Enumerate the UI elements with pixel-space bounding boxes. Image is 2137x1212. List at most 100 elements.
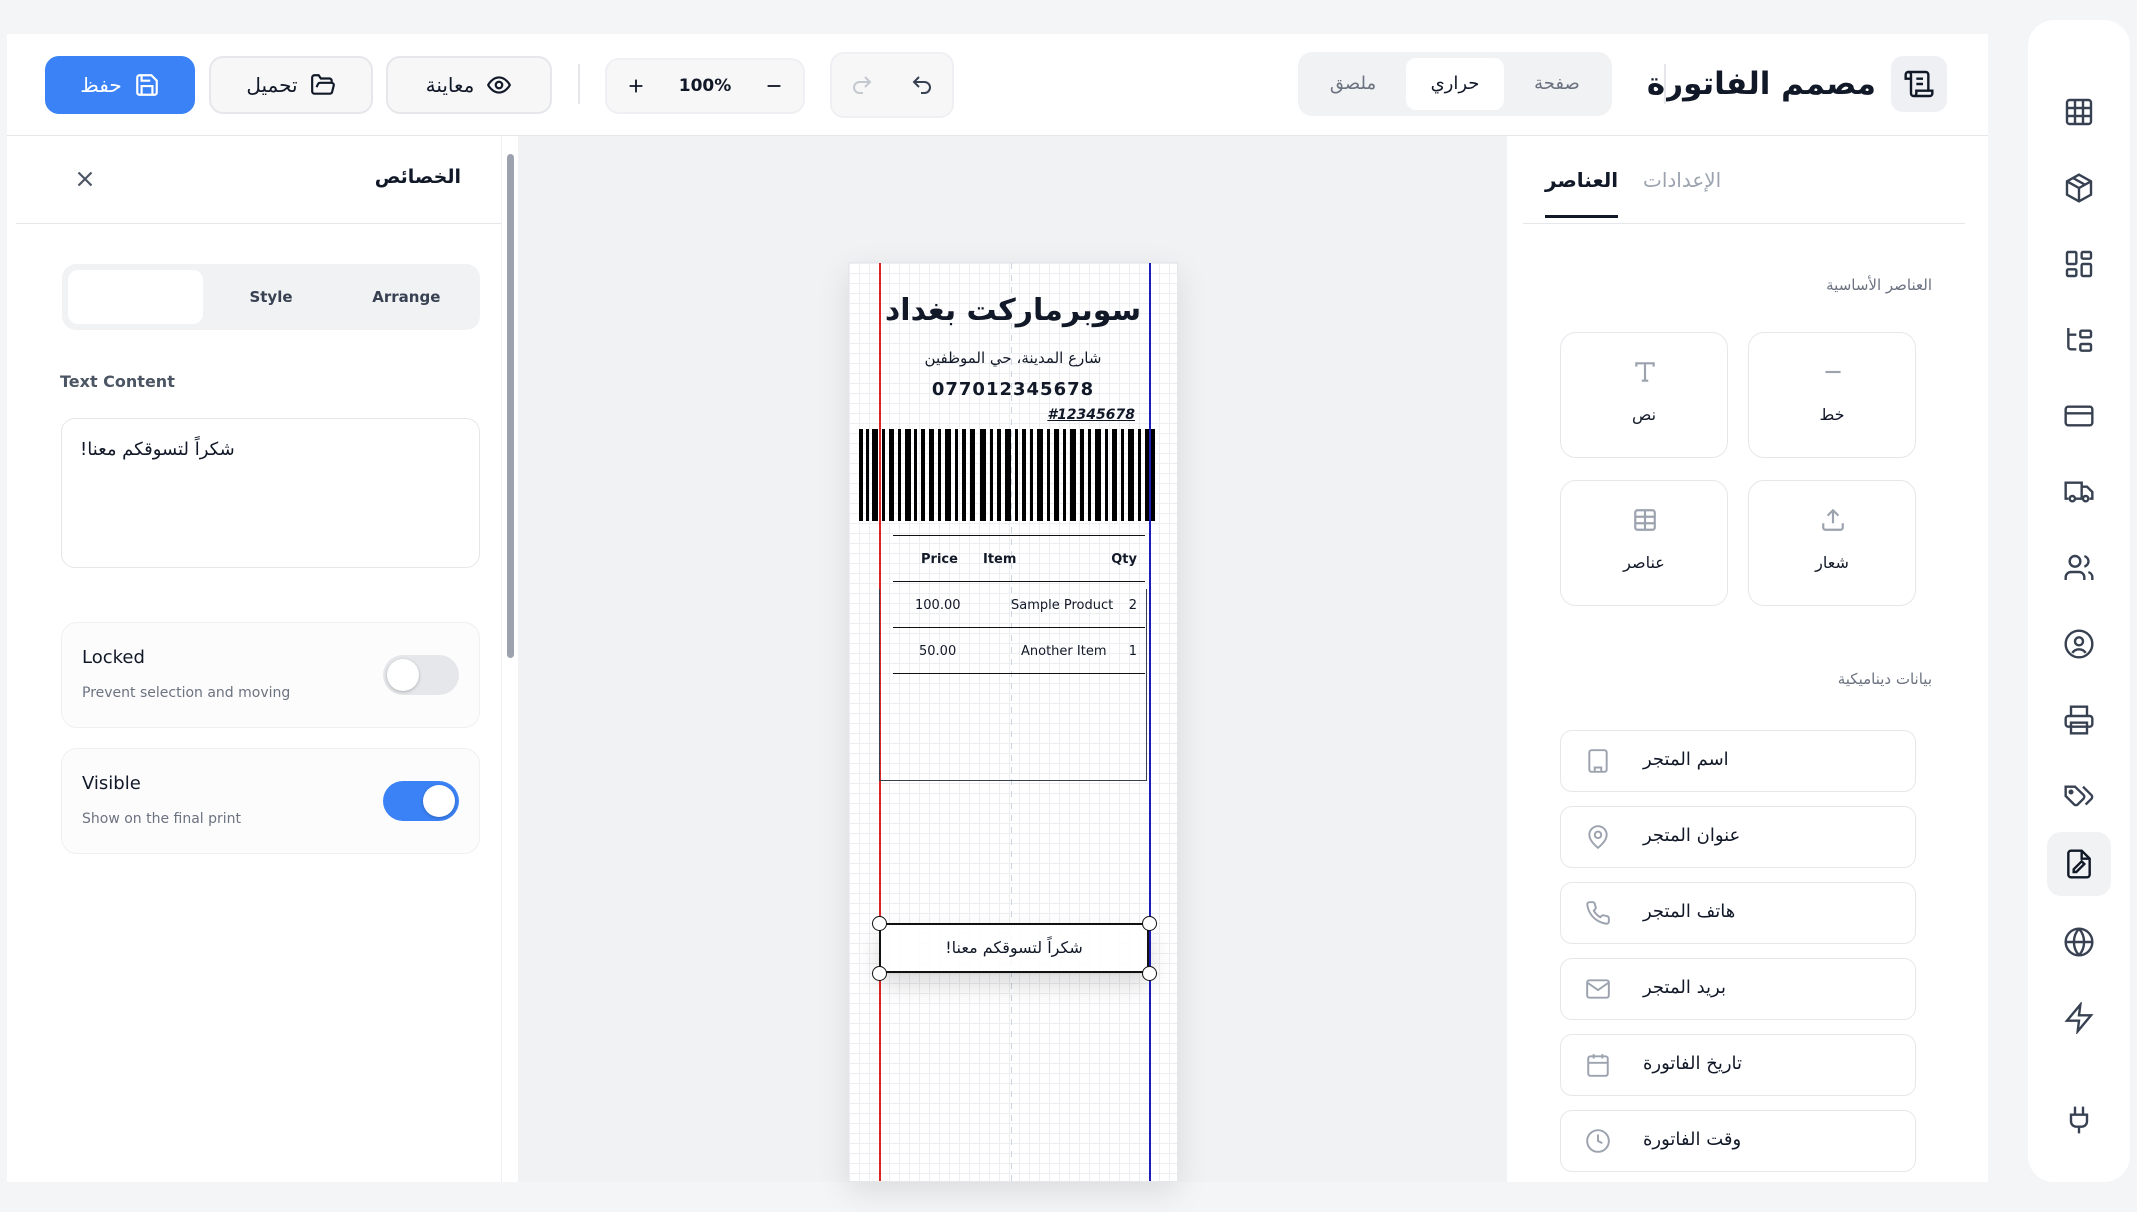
add-logo-tile[interactable]: شعار	[1748, 480, 1916, 606]
zoom-out-icon[interactable]	[760, 72, 788, 100]
field-label: بريد المتجر	[1643, 977, 1726, 998]
folder-open-icon	[310, 74, 335, 95]
text-icon	[1635, 362, 1655, 382]
mode-label[interactable]: ملصق	[1304, 58, 1402, 110]
locked-setting: Locked Prevent selection and moving	[61, 622, 480, 728]
field-store-name[interactable]: اسم المتجر	[1560, 730, 1916, 792]
table-icon	[1634, 509, 1656, 531]
basic-elements-label: العناصر الأساسية	[1826, 276, 1932, 294]
locked-toggle[interactable]	[383, 655, 459, 695]
properties-title: الخصائص	[374, 166, 461, 188]
paper-mode-selector: ملصق حراري صفحة	[1298, 52, 1612, 116]
save-button[interactable]: حفظ	[45, 56, 195, 114]
nav-globe-icon[interactable]	[2047, 910, 2111, 974]
undo-icon[interactable]	[908, 71, 936, 99]
qty-header: Qty	[1111, 552, 1137, 567]
phone-icon	[1586, 901, 1610, 925]
nav-plug-icon[interactable]	[2047, 1088, 2111, 1152]
visible-setting: Visible Show on the final print	[61, 748, 480, 854]
mode-thermal[interactable]: حراري	[1406, 58, 1504, 110]
selected-footer-text[interactable]: شكراً لتسوقكم معنا!	[879, 923, 1149, 973]
tab-settings[interactable]: الإعدادات	[1643, 168, 1721, 192]
zoom-in-icon[interactable]	[622, 72, 650, 100]
field-store-email[interactable]: بريد المتجر	[1560, 958, 1916, 1020]
nav-users-icon[interactable]	[2047, 536, 2111, 600]
save-label: حفظ	[80, 73, 122, 97]
totals-area-element[interactable]	[879, 589, 1147, 781]
visible-title: Visible	[82, 773, 141, 794]
nav-card-icon[interactable]	[2047, 384, 2111, 448]
nav-zap-icon[interactable]	[2047, 986, 2111, 1050]
price-header: Price	[921, 552, 958, 567]
resize-handle-br[interactable]	[1142, 966, 1157, 981]
properties-panel: الخصائص Style Arrange Text Content شكراً…	[16, 136, 502, 1182]
load-button[interactable]: تحميل	[209, 56, 373, 114]
visible-toggle[interactable]	[383, 781, 459, 821]
divider	[578, 64, 580, 104]
app-nav-rail	[2028, 20, 2130, 1182]
tab-style[interactable]: Style	[203, 270, 338, 324]
field-store-address[interactable]: عنوان المتجر	[1560, 806, 1916, 868]
redo-icon[interactable]	[848, 71, 876, 99]
properties-tabs: Style Arrange	[62, 264, 480, 330]
text-content-value: شكراً لتسوقكم معنا!	[80, 439, 235, 460]
nav-account-icon[interactable]	[2047, 612, 2111, 676]
field-invoice-time[interactable]: وقت الفاتورة	[1560, 1110, 1916, 1172]
nav-tags-icon[interactable]	[2047, 764, 2111, 828]
resize-handle-tl[interactable]	[872, 916, 887, 931]
toggle-knob	[387, 659, 419, 691]
properties-header: الخصائص	[16, 136, 501, 224]
text-content-input[interactable]: شكراً لتسوقكم معنا!	[61, 418, 480, 568]
locked-title: Locked	[82, 647, 145, 668]
store-phone-element[interactable]: 07701234567‍8	[849, 379, 1177, 400]
app-logo	[1891, 56, 1947, 112]
right-margin-guide	[1149, 263, 1151, 1181]
save-icon	[135, 74, 158, 96]
invoice-number-element[interactable]: #12345678	[1047, 407, 1135, 423]
dynamic-data-label: بيانات ديناميكية	[1837, 670, 1932, 688]
load-label: تحميل	[246, 73, 298, 97]
add-text-tile[interactable]: نص	[1560, 332, 1728, 458]
app-title: مصمم الفاتورة	[1646, 66, 1876, 102]
add-table-tile[interactable]: عناصر	[1560, 480, 1728, 606]
calendar-icon	[1587, 1054, 1609, 1077]
field-store-phone[interactable]: هاتف المتجر	[1560, 882, 1916, 944]
toggle-knob	[423, 785, 455, 817]
nav-package-icon[interactable]	[2047, 156, 2111, 220]
zoom-level: 100%	[678, 76, 732, 96]
building-icon	[1588, 749, 1608, 773]
tile-label: شعار	[1815, 553, 1849, 572]
table-header: Price Item Qty	[893, 535, 1145, 581]
preview-button[interactable]: معاينة	[386, 56, 552, 114]
nav-invoice-designer-icon[interactable]	[2047, 832, 2111, 896]
mode-page[interactable]: صفحة	[1508, 58, 1606, 110]
text-content-label: Text Content	[60, 372, 175, 391]
add-line-tile[interactable]: خط	[1748, 332, 1916, 458]
elements-tabs: العناصر الإعدادات	[1523, 136, 1965, 224]
close-icon[interactable]	[72, 166, 98, 192]
nav-dashboard-icon[interactable]	[2047, 232, 2111, 296]
eye-icon	[487, 76, 512, 94]
field-label: وقت الفاتورة	[1643, 1129, 1742, 1150]
nav-categories-icon[interactable]	[2047, 308, 2111, 372]
store-address-element[interactable]: شارع المدينة، حي الموظفين	[849, 349, 1177, 367]
tile-label: خط	[1819, 405, 1845, 424]
tab-arrange[interactable]: Arrange	[339, 270, 474, 324]
properties-scrollbar[interactable]	[502, 136, 518, 1182]
tab-elements[interactable]: العناصر	[1545, 168, 1619, 218]
resize-handle-tr[interactable]	[1142, 916, 1157, 931]
resize-handle-bl[interactable]	[872, 966, 887, 981]
field-invoice-date[interactable]: تاريخ الفاتورة	[1560, 1034, 1916, 1096]
top-toolbar: مصمم الفاتورة ملصق حراري صفحة 100% معاين…	[7, 34, 1988, 136]
scrollbar-thumb[interactable]	[507, 154, 514, 658]
nav-grid-icon[interactable]	[2047, 80, 2111, 144]
tab-content[interactable]	[68, 270, 204, 324]
barcode-element[interactable]	[859, 429, 1155, 521]
scroll-icon	[1904, 70, 1934, 98]
map-pin-icon	[1588, 825, 1608, 850]
design-canvas[interactable]: سوبرماركت بغداد شارع المدينة، حي الموظفي…	[518, 136, 1507, 1182]
nav-printer-icon[interactable]	[2047, 688, 2111, 752]
field-label: عنوان المتجر	[1643, 825, 1741, 846]
nav-truck-icon[interactable]	[2047, 460, 2111, 524]
store-name-element[interactable]: سوبرماركت بغداد	[849, 293, 1177, 328]
